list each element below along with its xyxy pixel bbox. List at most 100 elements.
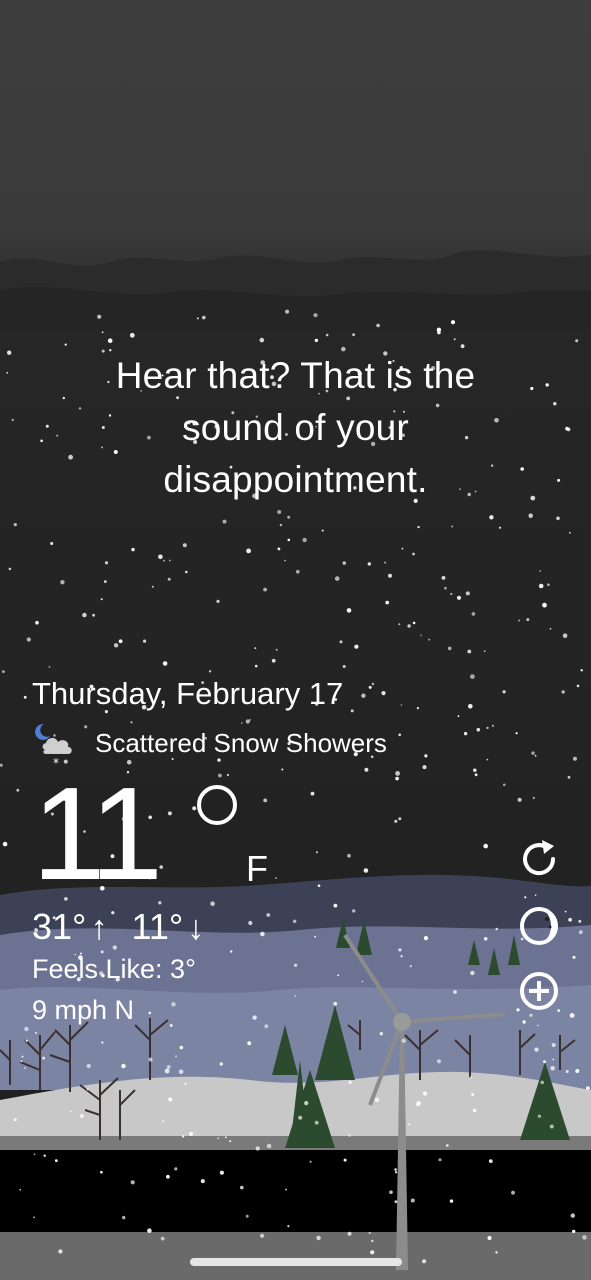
snowflake [460,344,465,349]
snowflake [483,937,488,941]
snowflake [542,602,547,608]
snowflake [131,547,135,552]
bottom-band [0,1150,591,1232]
snowflake [181,1135,185,1138]
snowflake [565,426,569,431]
wind-speed: 9 mph N [32,995,135,1025]
refresh-icon[interactable] [516,836,562,882]
snowflake [304,1101,309,1106]
snowflake [33,1153,36,1155]
snowflake [569,1013,575,1018]
snowflake [147,1228,152,1233]
snowflake [275,877,277,879]
snowflake [518,619,521,622]
snowflake [333,903,338,908]
snowflake [249,719,251,721]
snowflake [529,1013,533,1017]
snowflake [470,674,475,679]
snowflake [409,965,412,968]
snowflake [407,624,411,628]
quote-line-3: disappointment. [163,459,428,500]
snowflake [522,1020,526,1024]
snowflake [441,576,446,580]
snowflake [2,841,8,847]
add-location-icon[interactable] [516,968,562,1014]
snowflake [398,733,402,737]
snowflake [216,599,220,604]
snowflake [202,315,206,320]
snowflake [285,1188,287,1191]
snowflake [158,901,162,905]
snowflake [222,519,227,524]
snowflake [557,478,561,482]
snowflake [33,1216,35,1219]
scene-background [0,0,591,1280]
snowflake [100,598,103,601]
snowflake [230,950,233,953]
snowflake [537,1114,542,1118]
snowflake [470,970,475,976]
snowflake [398,817,402,821]
snowflake [550,1066,555,1071]
snowflake [352,333,355,337]
snowflake [58,1249,63,1254]
snowflake [450,320,456,325]
snowflake [25,1039,28,1042]
snowflake [219,1062,223,1066]
snowflake [313,313,318,318]
snowflake [379,1032,383,1036]
temperature-unit: F [246,848,268,889]
snowflake [469,1076,472,1079]
snowflake [167,811,172,816]
snowflake [225,1136,227,1139]
snowflake [248,920,253,926]
snowflake [314,1120,319,1125]
snowflake [43,1154,46,1157]
snowflake [264,1024,269,1029]
snowflake [465,591,470,596]
snowflake [394,1168,397,1171]
snowflake [486,758,489,761]
snowflake [314,935,316,938]
snowflake [398,948,402,952]
snowflake [189,1131,193,1136]
snowflake [486,726,489,730]
snowflake [184,1082,187,1085]
snowflake [491,724,494,727]
snowflake [54,1159,58,1162]
snowflake [573,756,577,761]
snowflake [284,559,286,562]
arrow-down-icon: ↓ [187,909,205,947]
snowflake [254,664,258,668]
snowflake [333,1001,338,1006]
snowflake [471,1093,475,1096]
snowflake [495,927,498,931]
snowflake [129,332,135,338]
snowflake [266,1143,272,1149]
snowflake [302,537,307,543]
snowflake [298,1115,303,1120]
snowflake [549,1124,554,1129]
snowflake [364,767,369,772]
snowflake [121,1063,126,1069]
snowflake [263,587,267,592]
snowflake [104,580,107,583]
snowflake [309,1160,312,1163]
snowflake [553,402,557,406]
snowflake [259,337,265,343]
moon-phase-icon[interactable] [516,903,562,949]
snowflake [70,1110,72,1113]
snowflake [92,613,95,617]
snowflake [86,1063,91,1069]
snowflake [515,732,518,735]
snowflake [229,1140,232,1143]
home-indicator[interactable] [190,1258,402,1266]
snowflake [2,670,5,673]
snowflake [412,621,416,625]
snowflake [537,1024,539,1027]
snowflake [240,722,243,724]
snowflake [281,768,284,771]
snowflake [528,513,533,518]
snowflake [569,531,571,534]
snowflake [422,1091,428,1096]
